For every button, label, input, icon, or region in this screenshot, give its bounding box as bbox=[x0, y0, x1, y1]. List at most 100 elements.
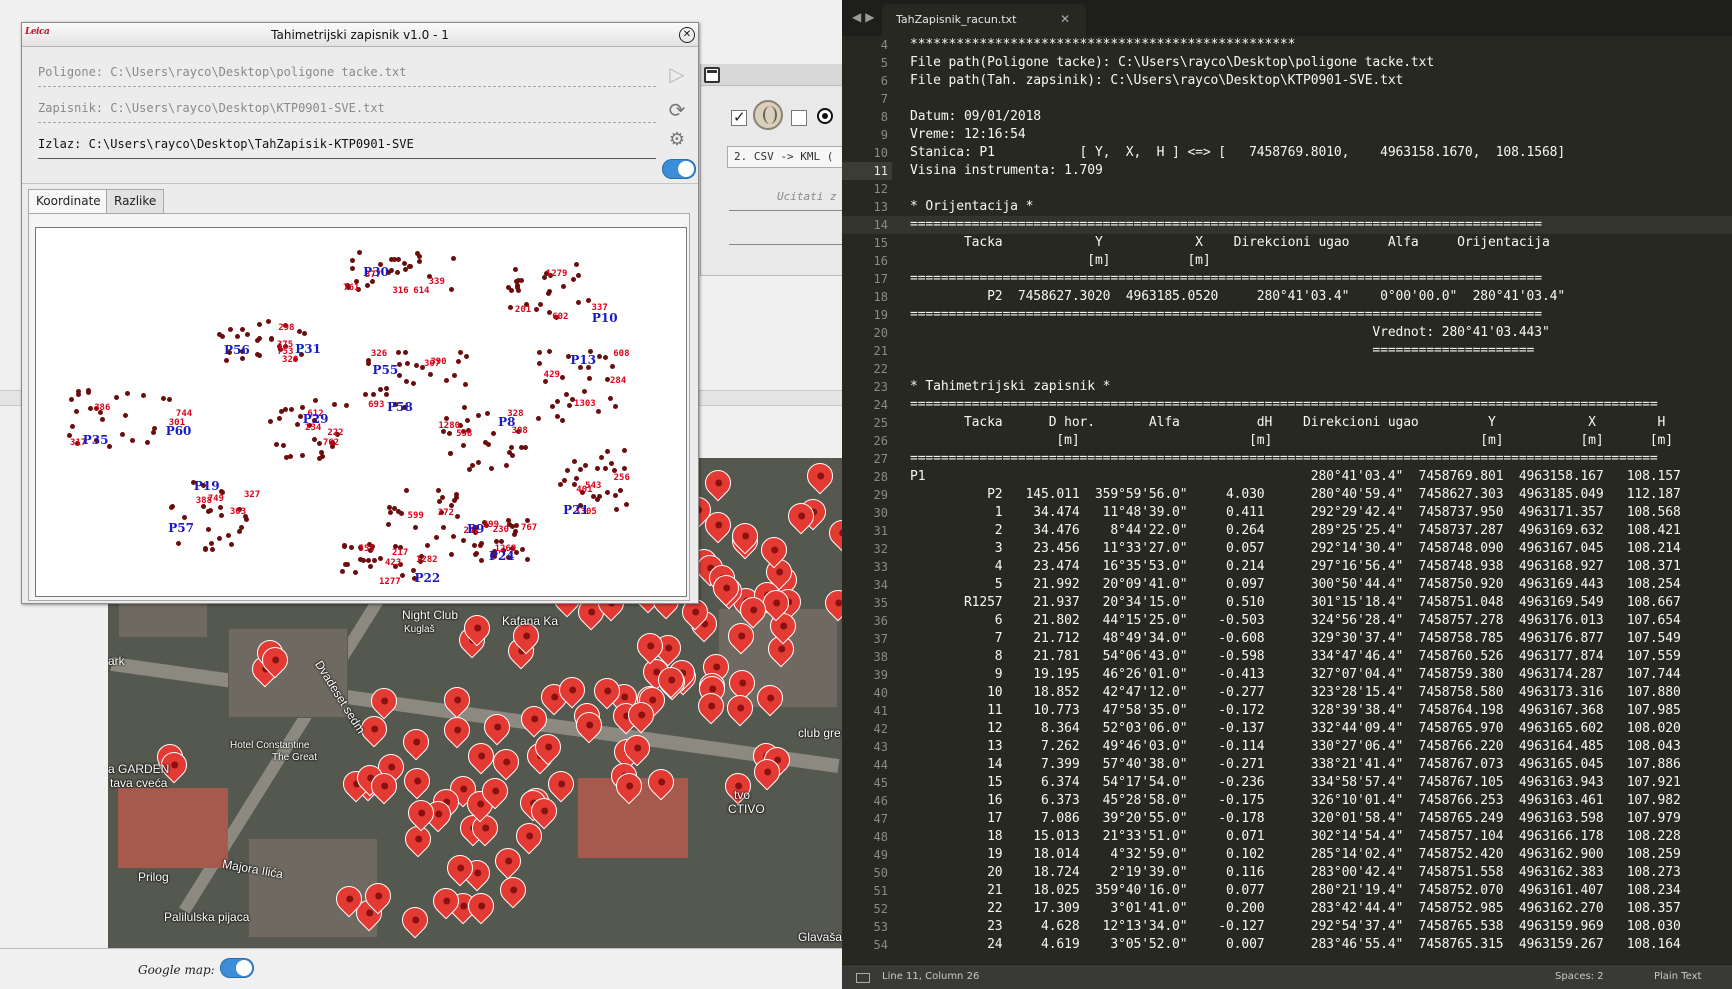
code-line[interactable]: [m] [m] bbox=[910, 252, 1732, 270]
map-marker-pin[interactable] bbox=[823, 514, 842, 552]
output-toggle[interactable] bbox=[662, 159, 696, 179]
panel-toggle-icon[interactable] bbox=[856, 973, 870, 983]
code-line[interactable]: 18 15.013 21°33'51.0" 0.071 302°14'54.4"… bbox=[910, 828, 1732, 846]
code-line[interactable]: 24 4.619 3°05'52.0" 0.007 283°46'55.4" 7… bbox=[910, 936, 1732, 953]
map-marker-pin[interactable] bbox=[396, 901, 434, 939]
syntax-setting[interactable]: Plain Text bbox=[1654, 971, 1701, 982]
code-line[interactable]: Visina instrumenta: 1.709 bbox=[910, 162, 1732, 180]
map-marker-pin[interactable] bbox=[801, 458, 839, 494]
refresh-icon[interactable]: ⟳ bbox=[666, 99, 688, 121]
code-line[interactable]: 20 18.724 2°19'39.0" 0.116 283°00'42.4" … bbox=[910, 864, 1732, 882]
tab-nav-arrows[interactable]: ◀▶ bbox=[852, 10, 878, 24]
map-marker-pin[interactable] bbox=[397, 723, 435, 761]
code-line[interactable]: ========================================… bbox=[910, 270, 1732, 288]
close-tab-icon[interactable]: ✕ bbox=[1060, 12, 1070, 26]
code-line[interactable]: 23 4.628 12°13'34.0" -0.127 292°54'37.4"… bbox=[910, 918, 1732, 936]
line-number: 42 bbox=[873, 722, 888, 736]
code-line[interactable]: 9 19.195 46°26'01.0" -0.413 327°07'04.4"… bbox=[910, 666, 1732, 684]
code-line[interactable]: 7 21.712 48°49'34.0" -0.608 329°30'37.4"… bbox=[910, 630, 1732, 648]
code-line[interactable]: File path(Poligone tacke): C:\Users\rayc… bbox=[910, 54, 1732, 72]
conversion-select[interactable]: 2. CSV -> KML ( bbox=[727, 146, 847, 168]
code-line[interactable] bbox=[910, 180, 1732, 198]
code-line[interactable]: 6 21.802 44°15'25.0" -0.503 324°56'28.4"… bbox=[910, 612, 1732, 630]
code-line[interactable]: P2 7458627.3020 4963185.0520 280°41'03.4… bbox=[910, 288, 1732, 306]
code-line[interactable]: R1257 21.937 20°34'15.0" 0.510 301°15'18… bbox=[910, 594, 1732, 612]
code-line[interactable]: [m] [m] [m] [m] [m] bbox=[910, 432, 1732, 450]
code-line[interactable]: 10 18.852 42°47'12.0" -0.277 323°28'15.4… bbox=[910, 684, 1732, 702]
code-line[interactable]: 11 10.773 47°58'35.0" -0.172 328°39'38.4… bbox=[910, 702, 1732, 720]
line-number-gutter: 4 5 6 7 8 9 10 11 12 13 14 15 16 17 18 19 20 21 22 23 24 25 26… bbox=[842, 36, 892, 953]
converter-checkbox-checked[interactable] bbox=[731, 108, 747, 126]
code-line[interactable]: 17 7.086 39°20'55.0" -0.178 320°01'58.4"… bbox=[910, 810, 1732, 828]
coordinates-plot[interactable]: 339 298 301 303 307 308 242 201 284 256 217 230 234 3… bbox=[35, 227, 687, 597]
code-line[interactable]: ========================================… bbox=[910, 450, 1732, 468]
plot-point bbox=[513, 266, 519, 272]
code-line[interactable]: * Tahimetrijski zapisnik * bbox=[910, 378, 1732, 396]
plot-point bbox=[586, 298, 592, 304]
code-line[interactable]: P2 145.011 359°59'56.0" 4.030 280°40'59.… bbox=[910, 486, 1732, 504]
plot-point bbox=[408, 264, 414, 270]
editor-tab[interactable]: TahZapisnik_racun.txt ✕ bbox=[882, 4, 1086, 36]
code-line[interactable] bbox=[910, 90, 1732, 108]
code-line[interactable]: Tacka Y X Direkcioni ugao Alfa Orijentac… bbox=[910, 234, 1732, 252]
code-line[interactable]: * Orijentacija * bbox=[910, 198, 1732, 216]
window-titlebar[interactable]: Leica Tahimetrijski zapisnik v1.0 - 1 ✕ bbox=[22, 23, 698, 47]
plot-point bbox=[395, 349, 401, 355]
code-line[interactable]: File path(Tah. zapsinik): C:\Users\rayco… bbox=[910, 72, 1732, 90]
gear-icon[interactable]: ⚙ bbox=[666, 129, 688, 151]
poligone-path-field[interactable]: Poligone: C:\Users\rayco\Desktop\poligon… bbox=[38, 65, 656, 87]
map-label: tvo bbox=[734, 788, 751, 802]
zapisnik-path-field[interactable]: Zapisnik: C:\Users\rayco\Desktop\KTP0901… bbox=[38, 101, 656, 123]
code-line[interactable]: 12 8.364 52°03'06.0" -0.137 332°44'09.4"… bbox=[910, 720, 1732, 738]
tab-razlike[interactable]: Razlike bbox=[106, 189, 165, 213]
line-number: 23 bbox=[873, 380, 888, 394]
code-line[interactable]: 13 7.262 49°46'03.0" -0.114 330°27'06.4"… bbox=[910, 738, 1732, 756]
map-marker-pin[interactable] bbox=[726, 517, 764, 555]
code-line[interactable]: Vreme: 12:16:54 bbox=[910, 126, 1732, 144]
code-line[interactable]: ========================================… bbox=[910, 216, 1732, 234]
plot-point bbox=[605, 448, 611, 454]
map-label: Prilog bbox=[138, 870, 169, 884]
map-marker-pin[interactable] bbox=[699, 465, 736, 502]
code-line[interactable] bbox=[910, 360, 1732, 378]
code-line[interactable]: 15 6.374 54°17'54.0" -0.236 334°58'57.4"… bbox=[910, 774, 1732, 792]
code-line[interactable]: Stanica: P1 [ Y, X, H ] <=> [ 7458769.80… bbox=[910, 144, 1732, 162]
converter-checkbox[interactable] bbox=[791, 110, 807, 126]
code-line[interactable]: 2 34.476 8°44'22.0" 0.264 289°25'25.4" 7… bbox=[910, 522, 1732, 540]
code-line[interactable]: 4 23.474 16°35'53.0" 0.214 297°16'56.4" … bbox=[910, 558, 1732, 576]
code-line[interactable]: 22 17.309 3°01'41.0" 0.200 283°42'44.4" … bbox=[910, 900, 1732, 918]
close-button[interactable]: ✕ bbox=[679, 27, 695, 43]
code-line[interactable]: 16 6.373 45°28'58.0" -0.175 326°10'01.4"… bbox=[910, 792, 1732, 810]
code-line[interactable]: Tacka D hor. Alfa dH Direkcioni ugao Y X… bbox=[910, 414, 1732, 432]
map-marker-pin[interactable] bbox=[490, 842, 527, 880]
code-line[interactable]: Vrednot: 280°41'03.443" bbox=[910, 324, 1732, 342]
cursor-position[interactable]: Line 11, Column 26 bbox=[882, 971, 979, 982]
code-line[interactable]: P1 280°41'03.4" 7458769.801 4963158.167 … bbox=[910, 468, 1732, 486]
code-line[interactable]: ========================================… bbox=[910, 306, 1732, 324]
plot-point bbox=[520, 546, 526, 552]
code-line[interactable]: ****************************************… bbox=[910, 36, 1732, 54]
tab-koordinate[interactable]: Koordinate bbox=[28, 189, 109, 213]
line-number: 36 bbox=[873, 614, 888, 628]
izlaz-path-field[interactable]: Izlaz: C:\Users\rayco\Desktop\TahZapisik… bbox=[38, 137, 656, 159]
play-icon[interactable]: ▷ bbox=[666, 63, 688, 85]
code-line[interactable]: 5 21.992 20°09'41.0" 0.097 300°50'44.4" … bbox=[910, 576, 1732, 594]
map-marker-pin[interactable] bbox=[365, 682, 402, 720]
line-number: 4 bbox=[880, 38, 888, 52]
code-line[interactable]: ===================== bbox=[910, 342, 1732, 360]
code-line[interactable]: 14 7.399 57°40'38.0" -0.271 338°21'41.4"… bbox=[910, 756, 1732, 774]
code-line[interactable]: Datum: 09/01/2018 bbox=[910, 108, 1732, 126]
code-line[interactable]: 3 23.456 11°33'27.0" 0.057 292°14'30.4" … bbox=[910, 540, 1732, 558]
converter-radio[interactable] bbox=[817, 108, 833, 124]
code-line[interactable]: ========================================… bbox=[910, 396, 1732, 414]
code-line[interactable]: 21 18.025 359°40'16.0" 0.077 280°21'19.4… bbox=[910, 882, 1732, 900]
code-line[interactable]: 19 18.014 4°32'59.0" 0.102 285°14'02.4" … bbox=[910, 846, 1732, 864]
map-marker-pin[interactable] bbox=[494, 871, 532, 909]
editor-text-area[interactable]: ****************************************… bbox=[910, 36, 1732, 953]
globe-icon[interactable] bbox=[753, 100, 783, 130]
indentation-setting[interactable]: Spaces: 2 bbox=[1555, 971, 1604, 982]
google-map-toggle[interactable] bbox=[220, 958, 254, 978]
code-line[interactable]: 8 21.781 54°06'43.0" -0.598 334°47'46.4"… bbox=[910, 648, 1732, 666]
code-line[interactable]: 1 34.474 11°48'39.0" 0.411 292°29'42.4" … bbox=[910, 504, 1732, 522]
plot-point-label: 761 bbox=[343, 283, 360, 294]
